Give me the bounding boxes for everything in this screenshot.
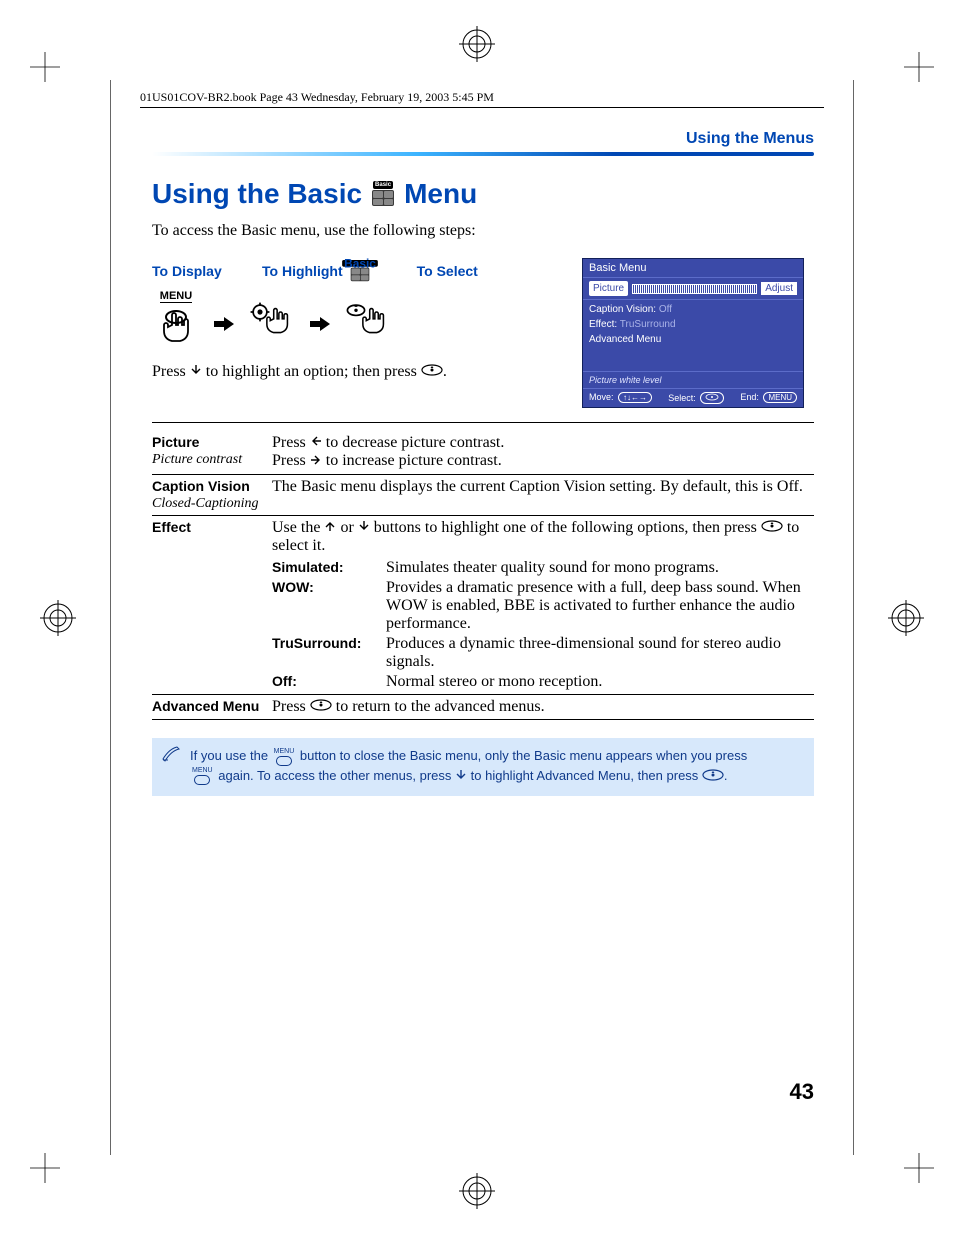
term-advanced: Advanced Menu [152, 694, 272, 719]
effect-simulated-v: Simulates theater quality sound for mono… [386, 559, 814, 577]
effect-tru-v: Produces a dynamic three-dimensional sou… [386, 635, 814, 671]
registration-left-icon [40, 600, 76, 636]
basic-menu-icon: Basic [370, 181, 396, 207]
effect-off-v: Normal stereo or mono reception. [386, 673, 814, 691]
effect-intro: Use the or buttons to highlight one of t… [272, 519, 814, 555]
menu-button-inline-icon: MENU [274, 748, 295, 766]
enter-oval-icon [421, 363, 443, 381]
title-post: Menu [404, 178, 477, 210]
registration-bottom-icon [459, 1173, 495, 1209]
intro-text: To access the Basic menu, use the follow… [152, 222, 814, 240]
osd-end-glyph: MENU [763, 392, 797, 403]
term-caption: Caption Vision [152, 478, 250, 494]
enter-oval-icon-2 [761, 519, 783, 537]
osd-slider [632, 284, 757, 294]
crop-top-left [30, 52, 60, 82]
effect-off-k: Off: [272, 673, 384, 691]
label-to-display: To Display [152, 263, 242, 279]
definitions-table: Picture Picture contrast Press to decrea… [152, 431, 814, 720]
menu-button-inline-icon-2: MENU [192, 767, 213, 785]
section-rule [152, 152, 814, 156]
term-caption-sub: Closed-Captioning [152, 496, 266, 512]
arrow-right-icon-2 [310, 317, 330, 331]
osd-selected-picture: Picture [589, 281, 628, 296]
down-arrow-icon-3 [455, 767, 467, 787]
left-arrow-icon [310, 434, 322, 452]
term-picture-sub: Picture contrast [152, 452, 266, 468]
effect-wow-k: WOW: [272, 579, 384, 633]
step-display: MENU [152, 290, 200, 357]
caption-desc: The Basic menu displays the current Capt… [272, 474, 814, 515]
running-header-text: 01US01COV-BR2.book Page 43 Wednesday, Fe… [140, 90, 494, 104]
crop-bottom-left [30, 1153, 60, 1183]
right-arrow-icon [310, 453, 322, 471]
down-arrow-icon-2 [358, 519, 370, 537]
crop-top-right [904, 52, 934, 82]
basic-menu-icon-small: Basic [349, 260, 371, 282]
effect-simulated-k: Simulated: [272, 559, 384, 577]
effect-wow-v: Provides a dramatic presence with a full… [386, 579, 814, 633]
down-arrow-icon [190, 363, 202, 381]
print-margin-left [110, 80, 111, 1155]
note-box: If you use the MENU button to close the … [152, 738, 814, 796]
label-to-select: To Select [417, 263, 478, 279]
page-title: Using the Basic Basic Menu [152, 178, 814, 210]
step-highlight-hand-icon [248, 297, 296, 351]
osd-preview: Basic Menu Picture Adjust Caption Vision… [582, 258, 804, 408]
label-to-highlight: To Highlight [262, 263, 343, 279]
osd-adjust-button: Adjust [761, 282, 797, 295]
osd-hint: Picture white level [583, 371, 803, 388]
hand-press-icon [152, 303, 200, 357]
term-effect: Effect [152, 515, 272, 694]
menu-label: MENU [160, 290, 192, 303]
step-select-hand-icon [344, 297, 392, 351]
effect-tru-k: TruSurround: [272, 635, 384, 671]
osd-title: Basic Menu [583, 259, 803, 278]
divider [152, 422, 814, 423]
print-margin-right [853, 80, 854, 1155]
up-arrow-icon [324, 519, 336, 537]
enter-oval-icon-3 [310, 698, 332, 716]
osd-move-glyphs: ↑↓←→ [618, 392, 652, 403]
registration-right-icon [888, 600, 924, 636]
enter-oval-icon-4 [702, 767, 724, 787]
registration-top-icon [459, 26, 495, 62]
arrow-right-icon [214, 317, 234, 331]
press-instruction: Press to highlight an option; then press… [152, 363, 572, 381]
osd-select-glyph [700, 392, 724, 404]
section-header: Using the Menus [152, 130, 814, 148]
page-number: 43 [790, 1079, 814, 1105]
pencil-note-icon [162, 746, 182, 768]
title-pre: Using the Basic [152, 178, 362, 210]
basic-icon-label: Basic [373, 181, 393, 189]
running-header: 01US01COV-BR2.book Page 43 Wednesday, Fe… [140, 90, 824, 108]
term-picture: Picture [152, 434, 199, 450]
crop-bottom-right [904, 1153, 934, 1183]
